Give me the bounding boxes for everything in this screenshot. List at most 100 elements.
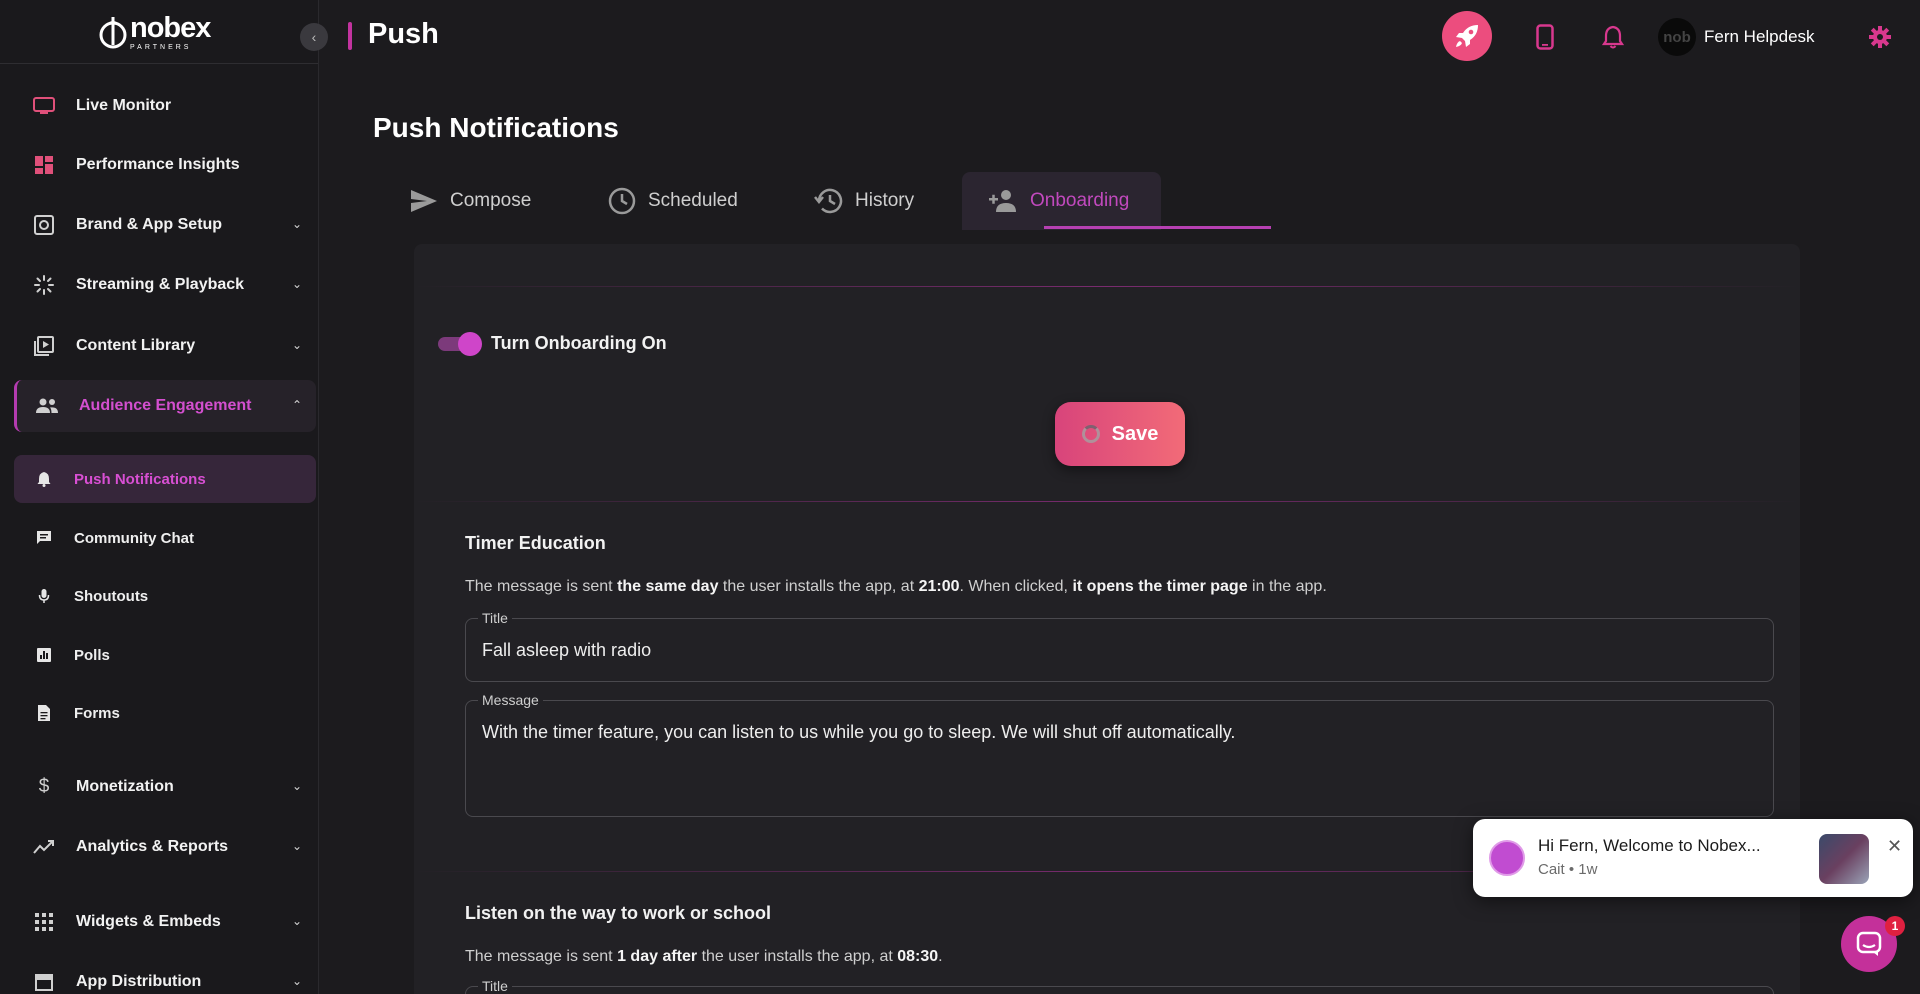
settings-box-icon [32,213,56,237]
sidebar-item-monetization[interactable]: $ Monetization ⌄ [14,761,316,813]
notifications-button[interactable] [1598,22,1628,52]
settings-button[interactable] [1865,22,1895,52]
document-icon [34,703,54,723]
header-accent-bar [348,22,352,50]
sidebar-item-label: App Distribution [76,973,202,990]
user-menu[interactable]: nob Fern Helpdesk [1658,18,1815,56]
chat-message-text: Hi Fern, Welcome to Nobex... [1538,836,1761,855]
mic-icon [34,586,54,606]
divider [414,501,1800,502]
avatar: nob [1658,18,1696,56]
sidebar-item-brand-app-setup[interactable]: Brand & App Setup ⌄ [14,199,316,251]
onboarding-toggle[interactable] [438,332,482,356]
sidebar-subitem-community-chat[interactable]: Community Chat [14,514,316,562]
rocket-icon [1456,25,1478,47]
dollar-icon: $ [38,776,50,797]
grid-icon [32,910,56,934]
chevron-down-icon: ⌄ [291,217,302,231]
sidebar-item-label: Streaming & Playback [76,276,245,293]
sidebar-item-audience-engagement[interactable]: Audience Engagement ⌃ [14,380,316,432]
sidebar-item-analytics-reports[interactable]: Analytics & Reports ⌄ [14,821,316,873]
chat-message-meta: Cait • 1w [1538,861,1598,878]
sidebar-subitem-label: Polls [74,646,110,664]
sidebar-item-live-monitor[interactable]: Live Monitor [14,80,316,132]
sidebar-subitem-polls[interactable]: Polls [14,631,316,679]
chevron-down-icon: ⌄ [291,974,302,988]
sidebar: nobex PARTNERS Live Monitor Performance … [0,0,319,994]
section-description: The message is sent 1 day after the user… [465,948,943,965]
spinner-icon [1081,425,1100,443]
sidebar-item-label: Content Library [76,337,196,354]
save-button-label: Save [1111,422,1159,445]
user-name: Fern Helpdesk [1704,27,1815,46]
sidebar-item-label: Brand & App Setup [76,216,223,233]
chevron-left-icon: ‹ [311,29,317,45]
logo-bar: nobex PARTNERS [0,0,318,64]
tab-label: Compose [450,190,532,211]
unread-badge: 1 [1885,916,1905,936]
gear-icon [1869,26,1891,48]
trend-icon [32,835,56,859]
bell-icon [34,469,54,489]
chevron-down-icon: ⌄ [291,839,302,853]
sidebar-item-label: Monetization [76,778,174,795]
sidebar-subitem-shoutouts[interactable]: Shoutouts [14,572,316,620]
save-button[interactable]: Save [1055,402,1185,466]
poll-icon [34,645,54,665]
bell-outline-icon [1602,25,1624,49]
sidebar-subitem-label: Forms [74,704,120,722]
message-field[interactable]: Message With the timer feature, you can … [465,692,1774,817]
sidebar-item-streaming-playback[interactable]: Streaming & Playback ⌄ [14,259,316,311]
title-field-label: Title [478,978,512,994]
title-field[interactable]: Title [465,978,1774,994]
mobile-preview-button[interactable] [1530,22,1560,52]
tab-label: History [855,190,915,211]
video-library-icon [32,334,56,358]
toggle-knob [458,332,482,356]
dashboard-icon [32,153,56,177]
send-icon [411,190,437,212]
logo-mark-icon [99,16,127,48]
title-field[interactable]: Title Fall asleep with radio [465,610,1774,682]
chat-message-popup[interactable]: Hi Fern, Welcome to Nobex... Cait • 1w ✕ [1473,819,1913,897]
title-field-label: Title [478,610,512,626]
history-icon [814,188,843,214]
people-icon [35,394,59,418]
phone-icon [1536,24,1554,50]
chevron-down-icon: ⌄ [291,277,302,291]
clock-icon [608,187,636,215]
sidebar-item-performance-insights[interactable]: Performance Insights [14,139,316,191]
header-title: Push [368,18,439,50]
tab-label: Onboarding [1030,190,1130,211]
tab-label: Scheduled [648,190,738,211]
divider [414,286,1800,287]
chevron-down-icon: ⌄ [291,779,302,793]
sidebar-subitem-forms[interactable]: Forms [14,689,316,737]
sidebar-item-widgets-embeds[interactable]: Widgets & Embeds ⌄ [14,896,316,948]
logo-subtitle: PARTNERS [130,44,192,51]
tab-onboarding[interactable]: Onboarding [962,172,1161,230]
chat-icon [34,528,54,548]
person-add-icon [989,190,1016,212]
sidebar-item-label: Live Monitor [76,97,172,114]
chevron-up-icon: ⌃ [291,398,302,412]
section-title: Timer Education [465,533,606,553]
section-description: The message is sent the same day the use… [465,578,1327,595]
sidebar-subitem-label: Push Notifications [74,470,206,488]
chevron-down-icon: ⌄ [291,338,302,352]
sidebar-item-content-library[interactable]: Content Library ⌄ [14,320,316,372]
chevron-down-icon: ⌄ [291,914,302,928]
tab-scheduled[interactable]: Scheduled [598,172,754,230]
tab-compose[interactable]: Compose [400,172,547,230]
rocket-button[interactable] [1442,11,1492,61]
message-field-label: Message [478,692,543,708]
sidebar-item-app-distribution[interactable]: App Distribution ⌄ [14,956,316,994]
close-icon[interactable]: ✕ [1887,836,1902,857]
sidebar-subitem-push-notifications[interactable]: Push Notifications [14,455,316,503]
sidebar-item-label: Analytics & Reports [76,838,229,855]
tab-history[interactable]: History [803,172,930,230]
logo-wordmark: nobex [130,12,211,44]
sidebar-item-label: Audience Engagement [79,397,252,414]
store-icon [32,970,56,994]
monitor-icon [32,94,56,118]
